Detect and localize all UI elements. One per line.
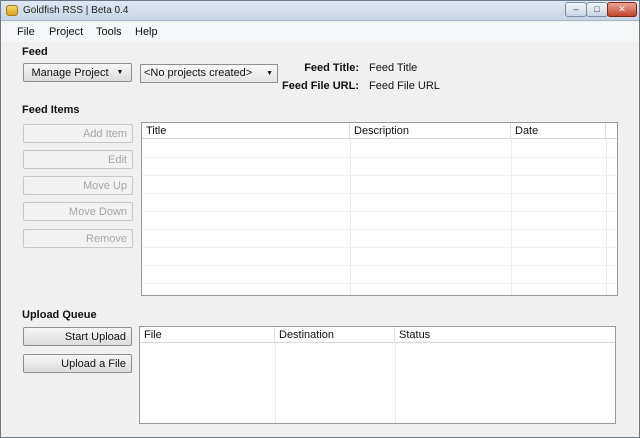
row-divider <box>142 175 617 176</box>
column-header-title[interactable]: Title <box>142 123 350 139</box>
maximize-button[interactable]: □ <box>586 2 608 17</box>
column-header-status[interactable]: Status <box>395 327 535 343</box>
add-item-button[interactable]: Add Item <box>23 124 133 143</box>
feed-items-table[interactable]: Title Description Date <box>141 122 618 296</box>
upload-queue-table[interactable]: File Destination Status <box>139 326 616 424</box>
row-divider <box>142 283 617 284</box>
column-header-description[interactable]: Description <box>350 123 511 139</box>
row-divider <box>142 247 617 248</box>
row-divider <box>142 211 617 212</box>
project-select-value: <No projects created> <box>144 67 253 79</box>
row-divider <box>142 193 617 194</box>
close-button[interactable]: ✕ <box>607 2 637 17</box>
manage-project-label: Manage Project <box>31 66 109 79</box>
column-header-destination[interactable]: Destination <box>275 327 395 343</box>
menu-bar: File Project Tools Help <box>1 22 639 42</box>
upload-queue-section-label: Upload Queue <box>22 309 97 321</box>
menu-tools[interactable]: Tools <box>96 26 122 38</box>
feed-items-table-header: Title Description Date <box>142 123 617 139</box>
move-up-button[interactable]: Move Up <box>23 176 133 195</box>
column-header-date[interactable]: Date <box>511 123 606 139</box>
column-header-file[interactable]: File <box>140 327 275 343</box>
column-divider <box>275 343 276 423</box>
feed-section-label: Feed <box>22 46 48 58</box>
app-window: Goldfish RSS | Beta 0.4 – □ ✕ File Proje… <box>0 0 640 438</box>
remove-button[interactable]: Remove <box>23 229 133 248</box>
edit-button[interactable]: Edit <box>23 150 133 169</box>
window-title: Goldfish RSS | Beta 0.4 <box>23 5 129 16</box>
feed-url-label: Feed File URL: <box>281 80 359 92</box>
column-divider <box>350 139 351 295</box>
menu-help[interactable]: Help <box>135 26 158 38</box>
row-divider <box>142 157 617 158</box>
menu-project[interactable]: Project <box>49 26 83 38</box>
feed-url-value: Feed File URL <box>369 80 440 92</box>
column-divider <box>395 343 396 423</box>
row-divider <box>142 229 617 230</box>
project-select[interactable]: <No projects created> ▼ <box>140 64 278 83</box>
feed-title-label: Feed Title: <box>304 62 359 74</box>
feed-title-value: Feed Title <box>369 62 418 74</box>
minimize-button[interactable]: – <box>565 2 587 17</box>
upload-file-button[interactable]: Upload a File <box>23 354 132 373</box>
upload-queue-table-header: File Destination Status <box>140 327 615 343</box>
row-divider <box>142 265 617 266</box>
goldfish-app-icon <box>6 5 18 16</box>
move-down-button[interactable]: Move Down <box>23 202 133 221</box>
menu-file[interactable]: File <box>17 26 35 38</box>
column-divider <box>511 139 512 295</box>
column-divider <box>606 139 607 295</box>
title-bar[interactable]: Goldfish RSS | Beta 0.4 – □ ✕ <box>1 1 639 21</box>
manage-project-button[interactable]: Manage Project ▼ <box>23 63 132 82</box>
feed-items-section-label: Feed Items <box>22 104 80 116</box>
chevron-down-icon: ▼ <box>116 69 124 76</box>
start-upload-button[interactable]: Start Upload <box>23 327 132 346</box>
